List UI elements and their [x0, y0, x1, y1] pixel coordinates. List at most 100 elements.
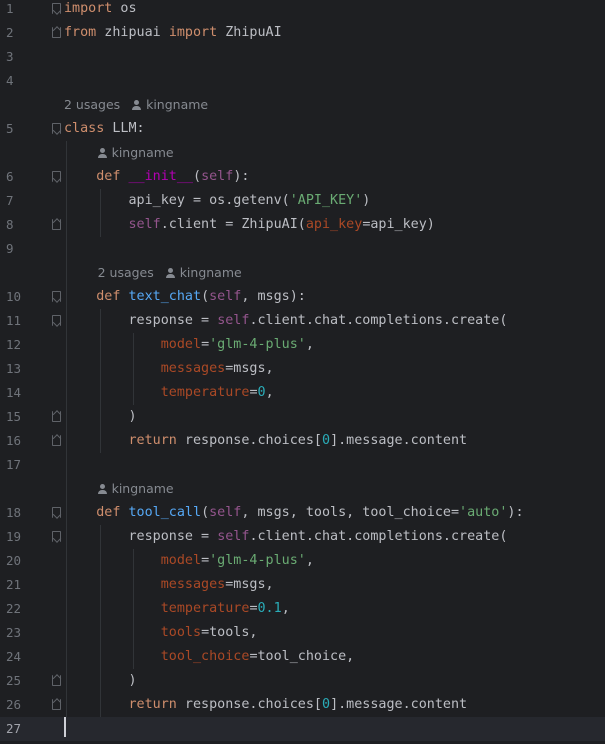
code-token: def — [96, 169, 121, 184]
code-token: model — [160, 553, 202, 568]
code-text[interactable]: messages=msgs, — [64, 573, 274, 597]
line-number: 23 — [6, 625, 22, 640]
code-text[interactable]: messages=msgs, — [64, 357, 274, 381]
code-line: 27 — [0, 717, 605, 741]
code-token: =msgs, — [225, 361, 274, 376]
code-token: messages — [160, 577, 226, 592]
inlay-hint[interactable]: kingname — [97, 477, 174, 501]
code-token: import — [168, 25, 218, 40]
author-hint[interactable]: kingname — [146, 97, 208, 112]
code-token: ): — [507, 505, 524, 520]
code-token: 0 — [257, 385, 266, 400]
code-token: self — [217, 313, 250, 328]
fold-marker-icon[interactable] — [52, 291, 61, 302]
code-token: def — [96, 289, 121, 304]
code-token: 'auto' — [459, 505, 508, 520]
code-token: .client.chat.completions.create( — [249, 529, 508, 544]
person-icon — [165, 268, 175, 278]
code-line: 18 def tool_call(self, msgs, tools, tool… — [0, 501, 605, 525]
code-text[interactable]: import os — [64, 0, 137, 21]
line-number: 17 — [6, 457, 22, 472]
fold-end-marker-icon[interactable] — [52, 699, 61, 710]
code-text[interactable]: model='glm-4-plus', — [64, 333, 314, 357]
fold-marker-icon[interactable] — [52, 507, 61, 518]
code-token: self — [128, 217, 161, 232]
code-text[interactable]: from zhipuai import ZhipuAI — [64, 21, 282, 45]
inlay-hint[interactable]: 2 usages kingname — [64, 93, 208, 117]
code-text[interactable]: def tool_call(self, msgs, tools, tool_ch… — [64, 501, 524, 525]
code-token: api_key — [305, 217, 363, 232]
hint-spacer — [154, 265, 166, 280]
code-text[interactable]: response = self.client.chat.completions.… — [64, 309, 507, 333]
code-line: 11 response = self.client.chat.completio… — [0, 309, 605, 333]
code-text[interactable]: def text_chat(self, msgs): — [64, 285, 306, 309]
code-text[interactable]: self.client = ZhipuAI(api_key=api_key) — [64, 213, 435, 237]
code-token: , — [305, 553, 314, 568]
author-hint[interactable]: kingname — [112, 145, 174, 160]
line-number: 10 — [6, 289, 22, 304]
fold-marker-icon[interactable] — [52, 171, 61, 182]
code-text[interactable]: tool_choice=tool_choice, — [64, 645, 355, 669]
line-number: 8 — [6, 217, 14, 232]
code-text[interactable]: return response.choices[0].message.conte… — [64, 429, 468, 453]
person-icon — [97, 484, 107, 494]
code-line: 13 messages=msgs, — [0, 357, 605, 381]
inlay-hint[interactable]: 2 usages kingname — [98, 261, 242, 285]
usages-hint[interactable]: 2 usages — [64, 97, 120, 112]
code-text[interactable]: response = self.client.chat.completions.… — [64, 525, 507, 549]
line-number: 27 — [6, 721, 22, 736]
line-number: 18 — [6, 505, 22, 520]
code-token: =tools, — [201, 625, 258, 640]
code-line: 1 import os — [0, 0, 605, 21]
code-text[interactable]: class LLM: — [64, 117, 145, 141]
code-line: 3 — [0, 45, 605, 69]
code-text[interactable]: tools=tools, — [64, 621, 258, 645]
fold-end-marker-icon[interactable] — [52, 675, 61, 686]
author-hint[interactable]: kingname — [112, 481, 174, 496]
author-hint[interactable]: kingname — [180, 265, 242, 280]
fold-marker-icon[interactable] — [52, 315, 61, 326]
code-line: 12 model='glm-4-plus', — [0, 333, 605, 357]
fold-end-marker-icon[interactable] — [52, 219, 61, 230]
fold-marker-icon[interactable] — [52, 123, 61, 134]
fold-marker-icon[interactable] — [52, 531, 61, 542]
code-line: 16 return response.choices[0].message.co… — [0, 429, 605, 453]
code-editor[interactable]: 1 import os 2 from zhipuai import ZhipuAI 3 4… — [0, 0, 605, 744]
code-token: response = — [64, 529, 218, 544]
line-number: 13 — [6, 361, 22, 376]
inlay-hint[interactable]: kingname — [97, 141, 174, 165]
code-token: from — [64, 25, 97, 40]
code-line: 21 messages=msgs, — [0, 573, 605, 597]
line-number: 20 — [6, 553, 22, 568]
code-text[interactable]: model='glm-4-plus', — [64, 549, 314, 573]
code-text[interactable]: api_key = os.getenv('API_KEY') — [64, 189, 370, 213]
fold-marker-icon[interactable] — [52, 3, 61, 14]
usages-hint[interactable]: 2 usages — [98, 265, 154, 280]
fold-end-marker-icon[interactable] — [52, 435, 61, 446]
code-token: .client.chat.completions.create( — [249, 313, 508, 328]
line-number: 11 — [6, 313, 22, 328]
code-token: =tool_choice, — [249, 649, 355, 664]
code-token: = — [249, 601, 258, 616]
code-text[interactable]: def __init__(self): — [64, 165, 249, 189]
code-line: 24 tool_choice=tool_choice, — [0, 645, 605, 669]
code-text[interactable]: ) — [64, 405, 136, 429]
line-number: 24 — [6, 649, 22, 664]
code-text[interactable]: temperature=0.1, — [64, 597, 290, 621]
code-text[interactable]: return response.choices[0].message.conte… — [64, 693, 468, 717]
code-token: model — [160, 337, 202, 352]
code-line: 25 ) — [0, 669, 605, 693]
code-token: return — [128, 697, 177, 712]
fold-end-marker-icon[interactable] — [52, 411, 61, 422]
line-number: 19 — [6, 529, 22, 544]
fold-end-marker-icon[interactable] — [52, 27, 61, 38]
person-icon — [132, 100, 142, 110]
code-text[interactable]: ) — [64, 669, 136, 693]
code-text[interactable]: temperature=0, — [64, 381, 274, 405]
code-token: ): — [233, 169, 250, 184]
